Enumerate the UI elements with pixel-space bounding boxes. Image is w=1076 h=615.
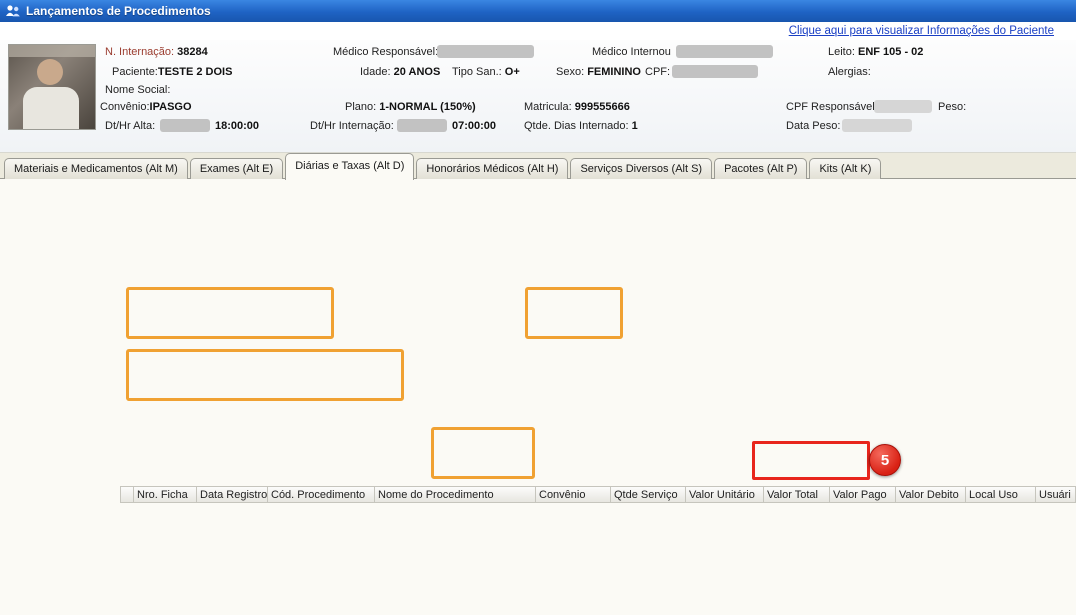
dthr-internacao-date-redacted xyxy=(397,119,447,132)
idade-label: Idade: xyxy=(360,66,391,78)
dthr-alta-time: 18:00:00 xyxy=(215,120,259,132)
field-tipo-san: Tipo San.: O+ xyxy=(452,66,520,78)
n-internacao-value: 38284 xyxy=(177,46,208,58)
annotation-step-badge: 5 xyxy=(869,444,901,476)
medico-responsavel-redacted xyxy=(437,45,534,58)
medico-internou-label: Médico Internou xyxy=(592,46,671,58)
cpf-redacted xyxy=(672,65,758,78)
matricula-value: 999555666 xyxy=(575,101,630,113)
patient-info-link[interactable]: Clique aqui para visualizar Informações … xyxy=(789,25,1054,37)
grid-col-cod-procedimento[interactable]: Cód. Procedimento xyxy=(268,486,375,503)
app-people-icon xyxy=(5,3,21,19)
leito-label: Leito: xyxy=(828,46,855,58)
grid-col-valor-total[interactable]: Valor Total xyxy=(764,486,830,503)
matricula-label: Matricula: xyxy=(524,101,572,113)
tab-pacotes[interactable]: Pacotes (Alt P) xyxy=(714,158,807,179)
dthr-internacao-label: Dt/Hr Internação: xyxy=(310,120,394,132)
plano-value: 1-NORMAL (150%) xyxy=(379,101,475,113)
tab-content-panel xyxy=(0,178,1076,615)
dthr-internacao-time: 07:00:00 xyxy=(452,120,496,132)
tab-strip: Materiais e Medicamentos (Alt M) Exames … xyxy=(4,152,883,179)
field-plano: Plano: 1-NORMAL (150%) xyxy=(345,101,476,113)
dthr-alta-label: Dt/Hr Alta: xyxy=(105,120,155,132)
results-grid-header: Nro. Ficha Data Registro Cód. Procedimen… xyxy=(120,486,1076,503)
sexo-value: FEMININO xyxy=(587,66,641,78)
n-internacao-label: N. Internação: xyxy=(105,46,174,58)
cpf-responsavel-redacted xyxy=(874,100,932,113)
cpf-responsavel-label: CPF Responsável: xyxy=(786,101,878,113)
field-matricula: Matricula: 999555666 xyxy=(524,101,630,113)
data-peso-redacted xyxy=(842,119,912,132)
procedure-entry-window: Lançamentos de Procedimentos Clique aqui… xyxy=(0,0,1076,615)
photo-person-head xyxy=(37,59,63,85)
patient-photo xyxy=(8,44,96,130)
tab-diarias-taxas[interactable]: Diárias e Taxas (Alt D) xyxy=(285,153,414,180)
paciente-value: TESTE 2 DOIS xyxy=(158,66,233,78)
tab-honorarios-medicos[interactable]: Honorários Médicos (Alt H) xyxy=(416,158,568,179)
convenio-header-label: Convênio: xyxy=(100,101,150,113)
grid-col-usuario[interactable]: Usuári xyxy=(1036,486,1076,503)
convenio-header-value: IPASGO xyxy=(150,101,192,113)
plano-label: Plano: xyxy=(345,101,376,113)
medico-responsavel-label: Médico Responsável: xyxy=(333,46,438,58)
grid-col-nome-procedimento[interactable]: Nome do Procedimento xyxy=(375,486,536,503)
tab-servicos-diversos[interactable]: Serviços Diversos (Alt S) xyxy=(570,158,712,179)
field-paciente: Paciente:TESTE 2 DOIS xyxy=(112,66,232,78)
tipo-san-value: O+ xyxy=(505,66,520,78)
tab-materiais-medicamentos[interactable]: Materiais e Medicamentos (Alt M) xyxy=(4,158,188,179)
sexo-label: Sexo: xyxy=(556,66,584,78)
grid-col-valor-unitario[interactable]: Valor Unitário xyxy=(686,486,764,503)
cpf-label: CPF: xyxy=(645,66,670,78)
tab-kits[interactable]: Kits (Alt K) xyxy=(809,158,881,179)
field-convenio: Convênio:IPASGO xyxy=(100,101,192,113)
paciente-label: Paciente: xyxy=(112,66,158,78)
medico-internou-redacted xyxy=(676,45,773,58)
window-title: Lançamentos de Procedimentos xyxy=(26,4,211,18)
idade-value: 20 ANOS xyxy=(394,66,441,78)
leito-value: ENF 105 - 02 xyxy=(858,46,923,58)
qtde-dias-value: 1 xyxy=(632,120,638,132)
field-idade: Idade: 20 ANOS xyxy=(360,66,440,78)
field-n-internacao: N. Internação: 38284 xyxy=(105,46,208,58)
peso-label: Peso: xyxy=(938,101,966,113)
grid-col-nro-ficha[interactable]: Nro. Ficha xyxy=(134,486,197,503)
nome-social-label: Nome Social: xyxy=(105,84,170,96)
tab-exames[interactable]: Exames (Alt E) xyxy=(190,158,283,179)
field-leito: Leito: ENF 105 - 02 xyxy=(828,46,923,58)
field-sexo: Sexo: FEMININO xyxy=(556,66,641,78)
data-peso-label: Data Peso: xyxy=(786,120,840,132)
grid-col-convenio[interactable]: Convênio xyxy=(536,486,611,503)
dthr-alta-date-redacted xyxy=(160,119,210,132)
alergias-label: Alergias: xyxy=(828,66,871,78)
field-qtde-dias: Qtde. Dias Internado: 1 xyxy=(524,120,638,132)
grid-col-valor-debito[interactable]: Valor Debito xyxy=(896,486,966,503)
grid-col-qtde-servico[interactable]: Qtde Serviço xyxy=(611,486,686,503)
photo-person-body xyxy=(23,87,79,130)
qtde-dias-label: Qtde. Dias Internado: xyxy=(524,120,629,132)
photo-background xyxy=(9,45,95,57)
grid-col-indicator xyxy=(120,486,134,503)
grid-col-local-uso[interactable]: Local Uso xyxy=(966,486,1036,503)
grid-col-valor-pago[interactable]: Valor Pago xyxy=(830,486,896,503)
grid-col-data-registro[interactable]: Data Registro xyxy=(197,486,268,503)
tipo-san-label: Tipo San.: xyxy=(452,66,502,78)
title-bar: Lançamentos de Procedimentos xyxy=(0,0,1076,22)
